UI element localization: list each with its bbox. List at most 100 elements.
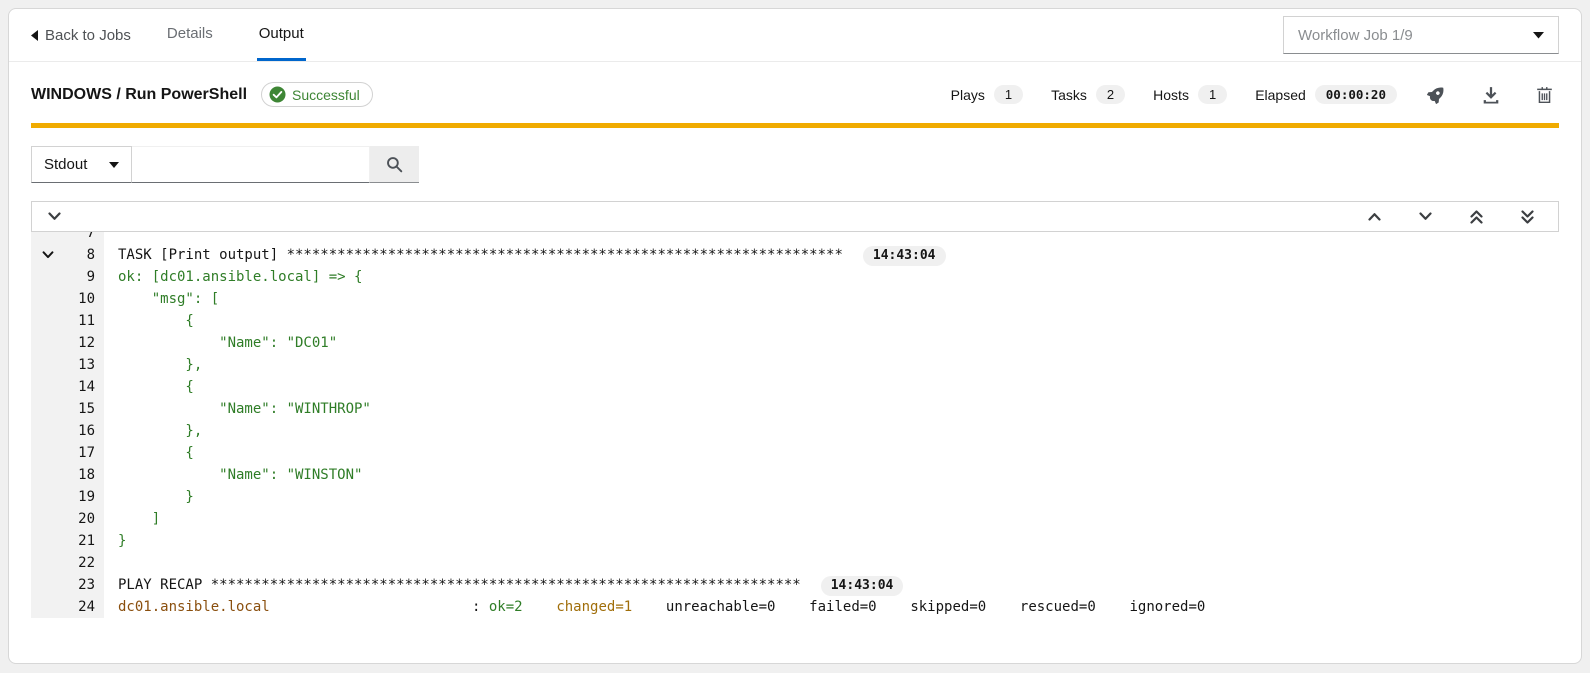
line-number: 21 <box>31 530 104 552</box>
line-number: 20 <box>31 508 104 530</box>
line-content: }, <box>104 420 202 442</box>
line-content: } <box>104 486 194 508</box>
line-number: 12 <box>31 332 104 354</box>
line-gutter: 24 <box>31 596 104 618</box>
line-gutter: 9 <box>31 266 104 288</box>
check-circle-icon <box>269 86 286 103</box>
job-stat-tasks: Tasks2 <box>1051 85 1125 104</box>
line-gutter: 16 <box>31 420 104 442</box>
line-number: 23 <box>31 574 104 596</box>
job-stat-hosts: Hosts 1 <box>1153 85 1227 104</box>
tab-output[interactable]: Output <box>257 9 306 61</box>
line-number: 9 <box>31 266 104 288</box>
download-icon <box>1482 86 1500 104</box>
chevron-down-icon <box>48 212 61 221</box>
search-button[interactable] <box>370 146 419 183</box>
line-gutter: 11 <box>31 310 104 332</box>
output-line: 9ok: [dc01.ansible.local] => { <box>31 266 1559 288</box>
line-gutter: 13 <box>31 354 104 376</box>
line-number: 13 <box>31 354 104 376</box>
job-meta: Plays1 Tasks2 Hosts 1 Elapsed 00:00:20 <box>951 85 1559 104</box>
line-content <box>104 232 118 244</box>
stat-value-badge: 2 <box>1096 85 1125 104</box>
output-line: 21} <box>31 530 1559 552</box>
output-line: 23PLAY RECAP ***************************… <box>31 574 1559 596</box>
delete-job-button[interactable] <box>1530 86 1559 104</box>
chevron-double-up-icon <box>1470 210 1483 224</box>
line-content: }, <box>104 354 202 376</box>
download-output-button[interactable] <box>1476 86 1506 104</box>
output-toolbar <box>31 201 1559 232</box>
line-content: "Name": "WINSTON" <box>104 464 362 486</box>
back-to-jobs-link[interactable]: Back to Jobs <box>31 9 131 61</box>
line-number: 16 <box>31 420 104 442</box>
scroll-controls <box>1362 208 1548 226</box>
scroll-last-button[interactable] <box>1515 208 1540 226</box>
line-number: 24 <box>31 596 104 618</box>
job-stat-plays: Plays1 <box>951 85 1023 104</box>
output-line: 17 { <box>31 442 1559 464</box>
job-status-color-bar <box>31 123 1559 128</box>
line-gutter: 17 <box>31 442 104 464</box>
line-content: TASK [Print output] ********************… <box>104 244 946 266</box>
tab-output-label: Output <box>259 25 304 42</box>
scroll-next-button[interactable] <box>1413 208 1438 226</box>
timestamp-badge: 14:43:04 <box>863 246 946 266</box>
line-gutter: 8 <box>31 244 104 266</box>
line-gutter: 7 <box>31 232 104 244</box>
stat-value-badge: 00:00:20 <box>1315 85 1397 104</box>
line-content: ] <box>104 508 160 530</box>
job-stat-elapsed: Elapsed 00:00:20 <box>1255 85 1397 104</box>
job-header: WINDOWS / Run PowerShell Successful Play… <box>9 62 1581 123</box>
line-content: "Name": "WINTHROP" <box>104 398 371 420</box>
line-number: 7 <box>31 232 104 244</box>
stat-label: Elapsed <box>1255 87 1306 103</box>
chevron-up-icon <box>1368 212 1381 221</box>
line-number: 22 <box>31 552 104 574</box>
line-gutter: 18 <box>31 464 104 486</box>
expand-collapse-all-button[interactable] <box>42 210 67 223</box>
tab-details-label: Details <box>167 25 213 42</box>
line-gutter: 20 <box>31 508 104 530</box>
search-icon <box>386 156 403 173</box>
line-gutter: 10 <box>31 288 104 310</box>
timestamp-badge: 14:43:04 <box>821 576 904 596</box>
line-content: ok: [dc01.ansible.local] => { <box>104 266 362 288</box>
back-caret-icon <box>31 30 38 41</box>
rocket-icon <box>1427 85 1446 104</box>
line-number: 19 <box>31 486 104 508</box>
line-content: PLAY RECAP *****************************… <box>104 574 903 596</box>
caret-down-icon <box>109 162 119 168</box>
line-gutter: 15 <box>31 398 104 420</box>
line-content: "Name": "DC01" <box>104 332 337 354</box>
trash-icon <box>1536 86 1553 104</box>
output-search-input[interactable] <box>132 146 370 183</box>
top-tab-bar: Back to Jobs Details Output Workflow Job… <box>9 9 1581 62</box>
output-line: 7 <box>31 232 1559 244</box>
line-content: "msg": [ <box>104 288 219 310</box>
chevron-down-icon <box>1419 212 1432 221</box>
line-gutter: 23 <box>31 574 104 596</box>
output-line: 16 }, <box>31 420 1559 442</box>
back-to-jobs-label: Back to Jobs <box>45 27 131 44</box>
output-lines: 78TASK [Print output] ******************… <box>31 232 1559 618</box>
relaunch-button[interactable] <box>1421 85 1452 104</box>
scroll-previous-button[interactable] <box>1362 208 1387 226</box>
status-badge: Successful <box>261 82 373 107</box>
output-line: 24dc01.ansible.local : ok=2 changed=1 un… <box>31 596 1559 618</box>
stat-label: Hosts <box>1153 87 1189 103</box>
stat-value-badge: 1 <box>1198 85 1227 104</box>
output-type-select[interactable]: Stdout <box>31 146 132 183</box>
line-content: dc01.ansible.local : ok=2 changed=1 unre… <box>104 596 1205 618</box>
scroll-first-button[interactable] <box>1464 208 1489 226</box>
output-line: 14 { <box>31 376 1559 398</box>
workflow-job-select-value: Workflow Job 1/9 <box>1298 27 1413 44</box>
caret-down-icon <box>1533 32 1544 39</box>
workflow-job-select[interactable]: Workflow Job 1/9 <box>1283 16 1559 54</box>
collapse-task-icon[interactable] <box>42 244 54 266</box>
line-gutter: 14 <box>31 376 104 398</box>
line-gutter: 21 <box>31 530 104 552</box>
output-type-select-value: Stdout <box>44 156 87 173</box>
tab-details[interactable]: Details <box>165 9 215 61</box>
job-title: WINDOWS / Run PowerShell <box>31 86 247 104</box>
